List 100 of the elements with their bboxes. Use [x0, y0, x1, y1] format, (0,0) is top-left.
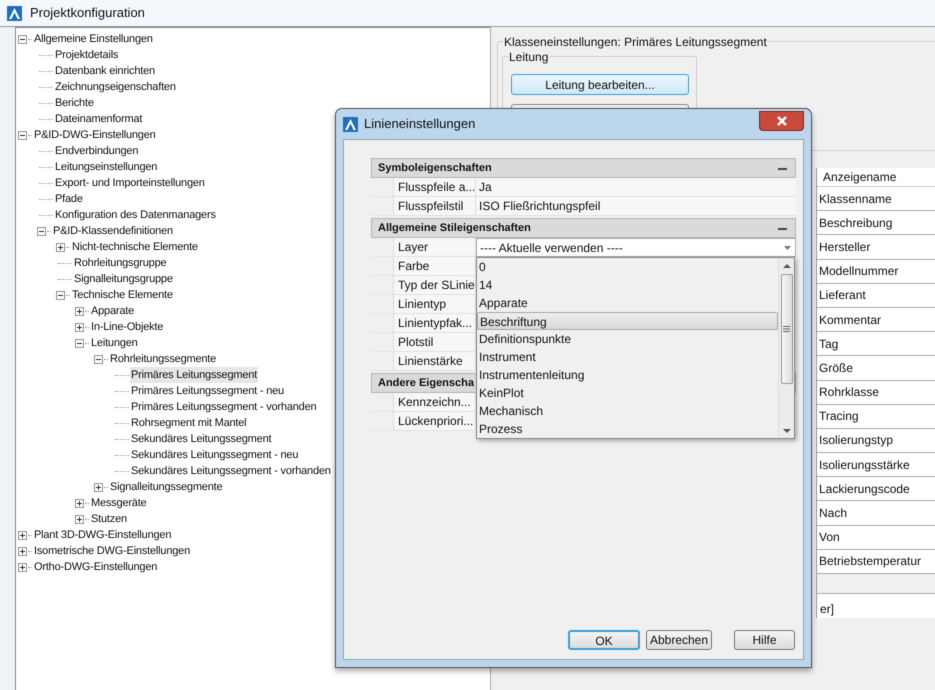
- category-title: Andere Eigenscha: [378, 376, 474, 391]
- tree-item[interactable]: Export- und Importeinstellungen: [54, 175, 206, 191]
- tree-item[interactable]: Konfiguration des Datenmanagers: [54, 207, 217, 223]
- expand-icon[interactable]: [56, 242, 65, 252]
- expand-icon[interactable]: [75, 306, 84, 316]
- tree-item[interactable]: Stutzen: [90, 511, 128, 527]
- property-value: Ja: [478, 180, 492, 194]
- category-header[interactable]: Allgemeine Stileigenschaften: [371, 218, 796, 238]
- tree-item[interactable]: Signalleitungsgruppe: [73, 271, 174, 287]
- dialog-button[interactable]: OK: [568, 630, 640, 650]
- property-name: Flusspfeile a...: [393, 178, 476, 196]
- expand-icon[interactable]: [94, 482, 103, 492]
- expand-icon[interactable]: [18, 530, 27, 540]
- tree-item[interactable]: Nicht-technische Elemente: [71, 239, 199, 255]
- tree-item[interactable]: Dateinamenformat: [54, 111, 144, 127]
- tree-item[interactable]: Rohrleitungssegmente: [109, 351, 218, 367]
- tree-item[interactable]: Primäres Leitungssegment - vorhanden: [130, 399, 318, 415]
- category-header[interactable]: Symboleigenschaften: [371, 158, 796, 178]
- tree-item[interactable]: Sekundäres Leitungssegment - neu: [130, 447, 300, 463]
- dropdown-option[interactable]: Beschriftung: [477, 312, 778, 330]
- tree-item[interactable]: Primäres Leitungssegment: [130, 367, 258, 383]
- tree-item[interactable]: Sekundäres Leitungssegment - vorhanden: [130, 463, 332, 479]
- tree-item[interactable]: Berichte: [54, 95, 95, 111]
- dialog-title: Linieneinstellungen: [364, 115, 476, 134]
- tree-item[interactable]: In-Line-Objekte: [90, 319, 164, 335]
- tree-item[interactable]: Pfade: [54, 191, 84, 207]
- tree-item[interactable]: Datenbank einrichten: [54, 63, 156, 79]
- tree-item[interactable]: Projektdetails: [54, 47, 120, 63]
- collapse-icon[interactable]: [56, 290, 65, 300]
- table-cell-text: Isolierungsstärke: [818, 456, 910, 474]
- tree-item[interactable]: Primäres Leitungssegment - neu: [130, 383, 285, 399]
- property-value: ISO Fließrichtungspfeil: [478, 199, 600, 213]
- table-cell-text: Von: [818, 529, 840, 546]
- dropdown-option[interactable]: Instrumentenleitung: [477, 366, 778, 384]
- dropdown-option[interactable]: Definitionspunkte: [477, 330, 778, 348]
- tree-item[interactable]: Isometrische DWG-Einstellungen: [33, 543, 192, 559]
- tree-item[interactable]: Rohrsegment mit Mantel: [130, 415, 248, 431]
- property-name: Flusspfeilstil: [393, 197, 476, 215]
- dialog-button[interactable]: Abbrechen: [646, 630, 712, 650]
- dialog-button[interactable]: Hilfe: [734, 630, 795, 650]
- tree-item[interactable]: Apparate: [90, 303, 136, 319]
- expand-icon[interactable]: [18, 562, 27, 572]
- tree-item[interactable]: Endverbindungen: [54, 143, 140, 159]
- grip-icon: [783, 326, 790, 332]
- property-name: Linienstärke: [393, 352, 476, 370]
- table-cell-text: Tracing: [818, 408, 859, 426]
- tree-item[interactable]: Rohrleitungsgruppe: [73, 255, 168, 271]
- table-cell-text: Betriebstemperatur: [818, 553, 922, 570]
- layer-dropdown[interactable]: ---- Aktuelle verwenden ----: [476, 238, 796, 257]
- dropdown-arrow-icon: [784, 246, 791, 250]
- property-name: Lückenpriori...: [393, 412, 476, 430]
- edit-button[interactable]: Leitung bearbeiten...: [511, 74, 689, 95]
- collapse-icon[interactable]: [75, 338, 84, 348]
- app-logo-icon: [343, 116, 358, 132]
- expand-icon[interactable]: [75, 514, 84, 524]
- tree-item[interactable]: Sekundäres Leitungssegment: [130, 431, 272, 447]
- property-name: Typ der SLinie: [393, 276, 476, 294]
- dropdown-option[interactable]: Apparate: [477, 294, 778, 312]
- table-cell-text: Beschreibung: [818, 214, 892, 232]
- table-cell-text: Kommentar: [818, 312, 882, 329]
- table-cell-text: Tag: [818, 336, 838, 353]
- collapse-icon[interactable]: [37, 226, 46, 236]
- column-header: Anzeigename: [822, 170, 896, 184]
- tree-item[interactable]: Ortho-DWG-Einstellungen: [33, 559, 158, 575]
- scrollbar[interactable]: [778, 258, 794, 438]
- expand-icon[interactable]: [75, 498, 84, 508]
- category-title: Allgemeine Stileigenschaften: [378, 220, 531, 236]
- dropdown-option[interactable]: Instrument: [477, 348, 778, 366]
- table-cell-text: Modellnummer: [818, 263, 898, 280]
- property-name: Plotstil: [393, 333, 476, 351]
- property-name: Farbe: [393, 257, 476, 275]
- tree-item[interactable]: P&ID-DWG-Einstellungen: [33, 127, 157, 143]
- tree-item[interactable]: Messgeräte: [90, 495, 148, 511]
- dropdown-option[interactable]: 14: [477, 276, 778, 294]
- table-cell-text: Lackierungscode: [818, 480, 910, 498]
- tree-item[interactable]: Plant 3D-DWG-Einstellungen: [33, 527, 172, 543]
- dropdown-option[interactable]: Prozess: [477, 420, 778, 438]
- table-cell-text: Größe: [818, 360, 854, 377]
- collapse-icon[interactable]: [18, 34, 27, 44]
- property-name: Linientyp: [393, 295, 476, 313]
- scrollbar-thumb[interactable]: [780, 274, 792, 384]
- expand-icon[interactable]: [75, 322, 84, 332]
- tree-item[interactable]: Allgemeine Einstellungen: [33, 31, 154, 47]
- expand-icon[interactable]: [18, 546, 27, 556]
- dropdown-option[interactable]: KeinPlot: [477, 384, 778, 402]
- collapse-icon[interactable]: [18, 130, 27, 140]
- tree-item[interactable]: Zeichnungseigenschaften: [54, 79, 177, 95]
- dropdown-option[interactable]: Mechanisch: [477, 402, 778, 420]
- dropdown-option[interactable]: 0: [477, 258, 778, 276]
- close-button[interactable]: [759, 111, 804, 131]
- table-cell-text: Isolierungstyp: [818, 432, 894, 450]
- category-title: Symboleigenschaften: [378, 160, 492, 176]
- app-logo-icon: [7, 6, 22, 20]
- tree-item[interactable]: Technische Elemente: [71, 287, 174, 303]
- property-name: Layer: [393, 238, 476, 256]
- tree-item[interactable]: P&ID-Klassendefinitionen: [52, 223, 174, 239]
- tree-item[interactable]: Signalleitungssegmente: [109, 479, 224, 495]
- collapse-icon[interactable]: [94, 354, 103, 364]
- tree-item[interactable]: Leitungen: [90, 335, 139, 351]
- tree-item[interactable]: Leitungseinstellungen: [54, 159, 158, 175]
